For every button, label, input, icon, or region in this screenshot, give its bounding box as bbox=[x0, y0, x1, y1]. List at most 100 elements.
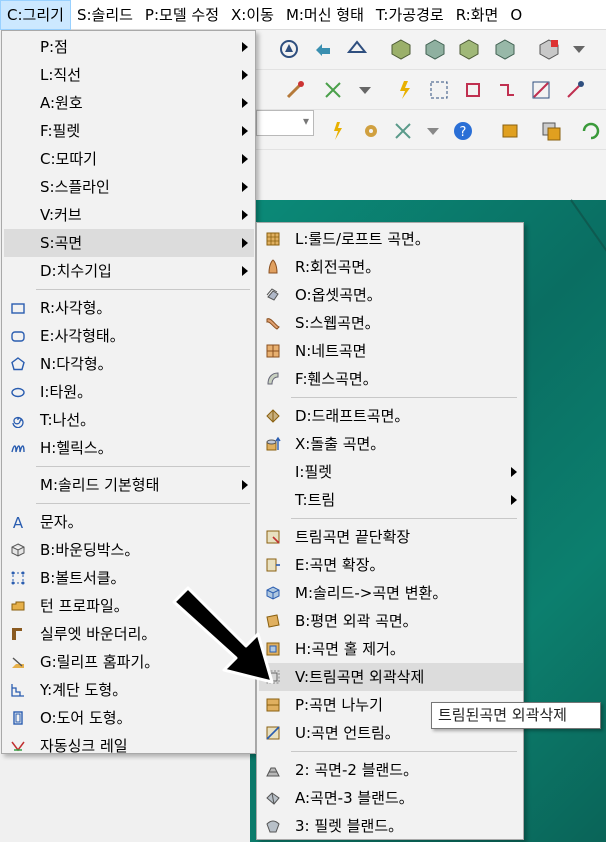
surface_menu-item-20[interactable]: 3: 필렛 블랜드。 bbox=[259, 812, 523, 840]
main_menu-item-7[interactable]: S:곡면 bbox=[4, 229, 254, 257]
menu-xform[interactable]: X:이동 bbox=[225, 0, 280, 30]
surface_menu-item-label: E:곡면 확장。 bbox=[295, 556, 385, 574]
main_menu-item-9[interactable]: R:사각형。 bbox=[4, 294, 254, 322]
surface_menu-item-2[interactable]: O:옵셋곡면。 bbox=[259, 281, 523, 309]
main_menu-item-0[interactable]: P:점 bbox=[4, 33, 254, 61]
main_menu-item-1[interactable]: L:직선 bbox=[4, 61, 254, 89]
iso-view-icon[interactable] bbox=[390, 38, 412, 60]
main_menu-item-label: N:다각형。 bbox=[40, 355, 113, 373]
menu-bar: C:그리기 S:솔리드 P:모델 수정 X:이동 M:머신 형태 T:가공경로 … bbox=[0, 0, 606, 30]
rotate-view-icon[interactable] bbox=[278, 38, 300, 60]
surface_menu-item-4[interactable]: N:네트곡면 bbox=[259, 337, 523, 365]
group-icon[interactable] bbox=[500, 120, 522, 142]
menu-toolpaths[interactable]: T:가공경로 bbox=[370, 0, 450, 30]
select-icon[interactable] bbox=[428, 79, 450, 101]
surface_menu-item-15[interactable]: V:트림곡면 외곽삭제 bbox=[259, 663, 523, 691]
refresh-icon[interactable] bbox=[580, 120, 602, 142]
point-select-icon[interactable] bbox=[564, 79, 586, 101]
main_menu-item-12[interactable]: I:타원。 bbox=[4, 378, 254, 406]
surface_menu-item-7[interactable]: X:돌출 곡면。 bbox=[259, 430, 523, 458]
svg-text:?: ? bbox=[460, 125, 467, 140]
cross-icon[interactable] bbox=[392, 120, 414, 142]
main_menu-item-label: B:바운딩박스。 bbox=[40, 541, 140, 559]
menu-solids[interactable]: S:솔리드 bbox=[71, 0, 139, 30]
surface_menu-item-14[interactable]: H:곡면 홀 제거。 bbox=[259, 635, 523, 663]
snap-icon[interactable] bbox=[394, 79, 416, 101]
main_menu-item-label: C:모따기 bbox=[40, 150, 97, 168]
main_menu-item-10[interactable]: E:사각형태。 bbox=[4, 322, 254, 350]
surface_menu-item-1[interactable]: R:회전곡면。 bbox=[259, 253, 523, 281]
main_menu-item-17[interactable]: B:바운딩박스。 bbox=[4, 536, 254, 564]
chain-icon[interactable] bbox=[496, 79, 518, 101]
main_menu-item-24[interactable]: 자동싱크 레일 bbox=[4, 732, 254, 760]
menu-screen[interactable]: R:화면 bbox=[450, 0, 505, 30]
main_menu-item-2[interactable]: A:원호 bbox=[4, 89, 254, 117]
dropdown-icon[interactable] bbox=[422, 120, 444, 142]
surface_menu-item-18[interactable]: 2: 곡면-2 블랜드。 bbox=[259, 756, 523, 784]
auto-cursor-icon[interactable] bbox=[326, 120, 348, 142]
main_menu-item-label: B:볼트서클。 bbox=[40, 569, 126, 587]
submenu-arrow-icon bbox=[242, 210, 248, 220]
surface_menu-item-11[interactable]: E:곡면 확장。 bbox=[259, 551, 523, 579]
submenu-arrow-icon bbox=[242, 98, 248, 108]
main_menu-item-11[interactable]: N:다각형。 bbox=[4, 350, 254, 378]
surface_menu-item-19[interactable]: A:곡면-3 블랜드。 bbox=[259, 784, 523, 812]
main_menu-item-label: 턴 프로파일。 bbox=[40, 597, 129, 615]
undo-view-icon[interactable] bbox=[312, 38, 334, 60]
surface_menu-item-label: I:필렛 bbox=[295, 463, 333, 481]
surface_menu-item-3[interactable]: S:스웹곡면。 bbox=[259, 309, 523, 337]
menu-draw[interactable]: C:그리기 bbox=[0, 0, 71, 30]
main_menu-item-4[interactable]: C:모따기 bbox=[4, 145, 254, 173]
draft-surface-icon bbox=[266, 409, 280, 423]
surface_menu-item-5[interactable]: F:휀스곡면。 bbox=[259, 365, 523, 393]
submenu-arrow-icon bbox=[242, 42, 248, 52]
top-view-icon[interactable] bbox=[424, 38, 446, 60]
surface_menu-item-label: X:돌출 곡면。 bbox=[295, 435, 386, 453]
submenu-arrow-icon bbox=[242, 154, 248, 164]
surface_menu-item-10[interactable]: 트림곡면 끝단확장 bbox=[259, 523, 523, 551]
toolbar-combo[interactable] bbox=[256, 110, 314, 136]
menu-separator bbox=[291, 518, 517, 519]
spiral-icon bbox=[12, 416, 24, 428]
menu-machine-type[interactable]: M:머신 형태 bbox=[280, 0, 370, 30]
submenu-arrow-icon bbox=[242, 266, 248, 276]
surface_menu-item-6[interactable]: D:드래프트곡면。 bbox=[259, 402, 523, 430]
plane-view-icon[interactable] bbox=[346, 38, 368, 60]
vector-icon[interactable] bbox=[530, 79, 552, 101]
main_menu-item-23[interactable]: O:도어 도형。 bbox=[4, 704, 254, 732]
dropdown-icon[interactable] bbox=[354, 79, 376, 101]
cross-icon[interactable] bbox=[322, 79, 344, 101]
main_menu-item-6[interactable]: V:커브 bbox=[4, 201, 254, 229]
menu-model-prep[interactable]: P:모델 수정 bbox=[139, 0, 225, 30]
surface_menu-item-12[interactable]: M:솔리드->곡면 변환。 bbox=[259, 579, 523, 607]
pointer-arrow-icon bbox=[172, 586, 274, 684]
main_menu-item-13[interactable]: T:나선。 bbox=[4, 406, 254, 434]
main_menu-item-5[interactable]: S:스플라인 bbox=[4, 173, 254, 201]
gear-icon[interactable] bbox=[360, 120, 382, 142]
surface_menu-item-label: N:네트곡면 bbox=[295, 342, 367, 360]
silhouette-icon bbox=[12, 628, 22, 640]
menu-more[interactable]: O bbox=[504, 0, 528, 30]
copy-icon[interactable] bbox=[540, 120, 562, 142]
submenu-arrow-icon bbox=[242, 70, 248, 80]
main_menu-item-14[interactable]: H:헬릭스。 bbox=[4, 434, 254, 462]
wand-icon[interactable] bbox=[284, 79, 306, 101]
main_menu-item-3[interactable]: F:필렛 bbox=[4, 117, 254, 145]
main_menu-item-label: F:필렛 bbox=[40, 122, 81, 140]
front-view-icon[interactable] bbox=[458, 38, 480, 60]
main_menu-item-16[interactable]: A 문자。 bbox=[4, 508, 254, 536]
main_menu-item-15[interactable]: M:솔리드 기본형태 bbox=[4, 471, 254, 499]
main_menu-item-label: M:솔리드 기본형태 bbox=[40, 476, 160, 494]
main_menu-item-8[interactable]: D:치수기입 bbox=[4, 257, 254, 285]
right-view-icon[interactable] bbox=[494, 38, 516, 60]
surface_menu-item-0[interactable]: L:룰드/로프트 곡면。 bbox=[259, 225, 523, 253]
menu-separator bbox=[291, 397, 517, 398]
surface_menu-item-8[interactable]: I:필렛 bbox=[259, 458, 523, 486]
surface_menu-item-13[interactable]: B:평면 외곽 곡면。 bbox=[259, 607, 523, 635]
surface_menu-item-label: R:회전곡면。 bbox=[295, 258, 381, 276]
surface_menu-item-9[interactable]: T:트림 bbox=[259, 486, 523, 514]
window-select-icon[interactable] bbox=[462, 79, 484, 101]
cplane-icon[interactable] bbox=[538, 38, 560, 60]
help-icon[interactable]: ? bbox=[452, 120, 474, 142]
dropdown-icon[interactable] bbox=[568, 38, 590, 60]
